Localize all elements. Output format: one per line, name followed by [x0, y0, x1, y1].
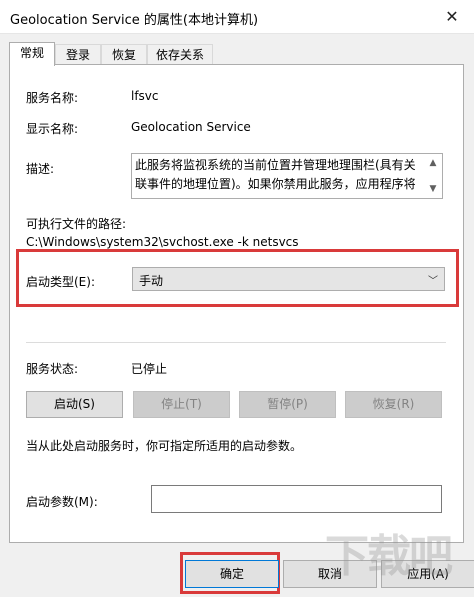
start-params-hint: 当从此处启动服务时，你可指定所适用的启动参数。 — [26, 439, 303, 453]
tab-general[interactable]: 常规 — [9, 42, 55, 66]
window-title: Geolocation Service 的属性(本地计算机) — [10, 13, 259, 28]
pause-button[interactable]: 暂停(P) — [239, 391, 336, 418]
start-button[interactable]: 启动(S) — [26, 391, 123, 418]
description-label: 描述: — [26, 162, 55, 176]
display-name-label: 显示名称: — [26, 122, 79, 136]
startup-type-value: 手动 — [139, 274, 164, 288]
divider — [26, 342, 446, 343]
start-params-label: 启动参数(M): — [26, 495, 98, 509]
general-panel: 服务名称: lfsvc 显示名称: Geolocation Service 描述… — [9, 64, 464, 543]
scroll-down-icon[interactable]: ▼ — [426, 182, 440, 196]
resume-button[interactable]: 恢复(R) — [345, 391, 442, 418]
service-status-label: 服务状态: — [26, 362, 79, 376]
chevron-down-icon: ﹀ — [428, 276, 438, 287]
description-text: 此服务将监视系统的当前位置并管理地理围栏(具有关联事件的地理位置)。如果你禁用此… — [135, 158, 416, 191]
exe-path-value: C:\Windows\system32\svchost.exe -k netsv… — [26, 235, 299, 249]
startup-type-label: 启动类型(E): — [26, 275, 95, 289]
tab-recovery[interactable]: 恢复 — [101, 44, 147, 65]
description-box[interactable]: 此服务将监视系统的当前位置并管理地理围栏(具有关联事件的地理位置)。如果你禁用此… — [131, 153, 443, 199]
title-bar: Geolocation Service 的属性(本地计算机) ✕ — [0, 0, 474, 34]
start-params-input[interactable] — [151, 485, 442, 513]
stop-button[interactable]: 停止(T) — [133, 391, 230, 418]
scroll-up-icon[interactable]: ▲ — [426, 156, 440, 170]
tab-dependencies[interactable]: 依存关系 — [147, 44, 213, 65]
ok-button[interactable]: 确定 — [185, 560, 279, 588]
close-button[interactable]: ✕ — [430, 0, 474, 33]
close-icon: ✕ — [445, 7, 459, 26]
exe-path-label: 可执行文件的路径: — [26, 217, 127, 231]
service-name-label: 服务名称: — [26, 91, 79, 105]
service-name-value: lfsvc — [131, 89, 159, 103]
service-status-value: 已停止 — [131, 362, 168, 376]
startup-type-select[interactable]: 手动 ﹀ — [132, 267, 445, 291]
watermark-logo: 下载吧 — [325, 531, 453, 582]
display-name-value: Geolocation Service — [131, 120, 251, 134]
tab-logon[interactable]: 登录 — [55, 44, 101, 65]
